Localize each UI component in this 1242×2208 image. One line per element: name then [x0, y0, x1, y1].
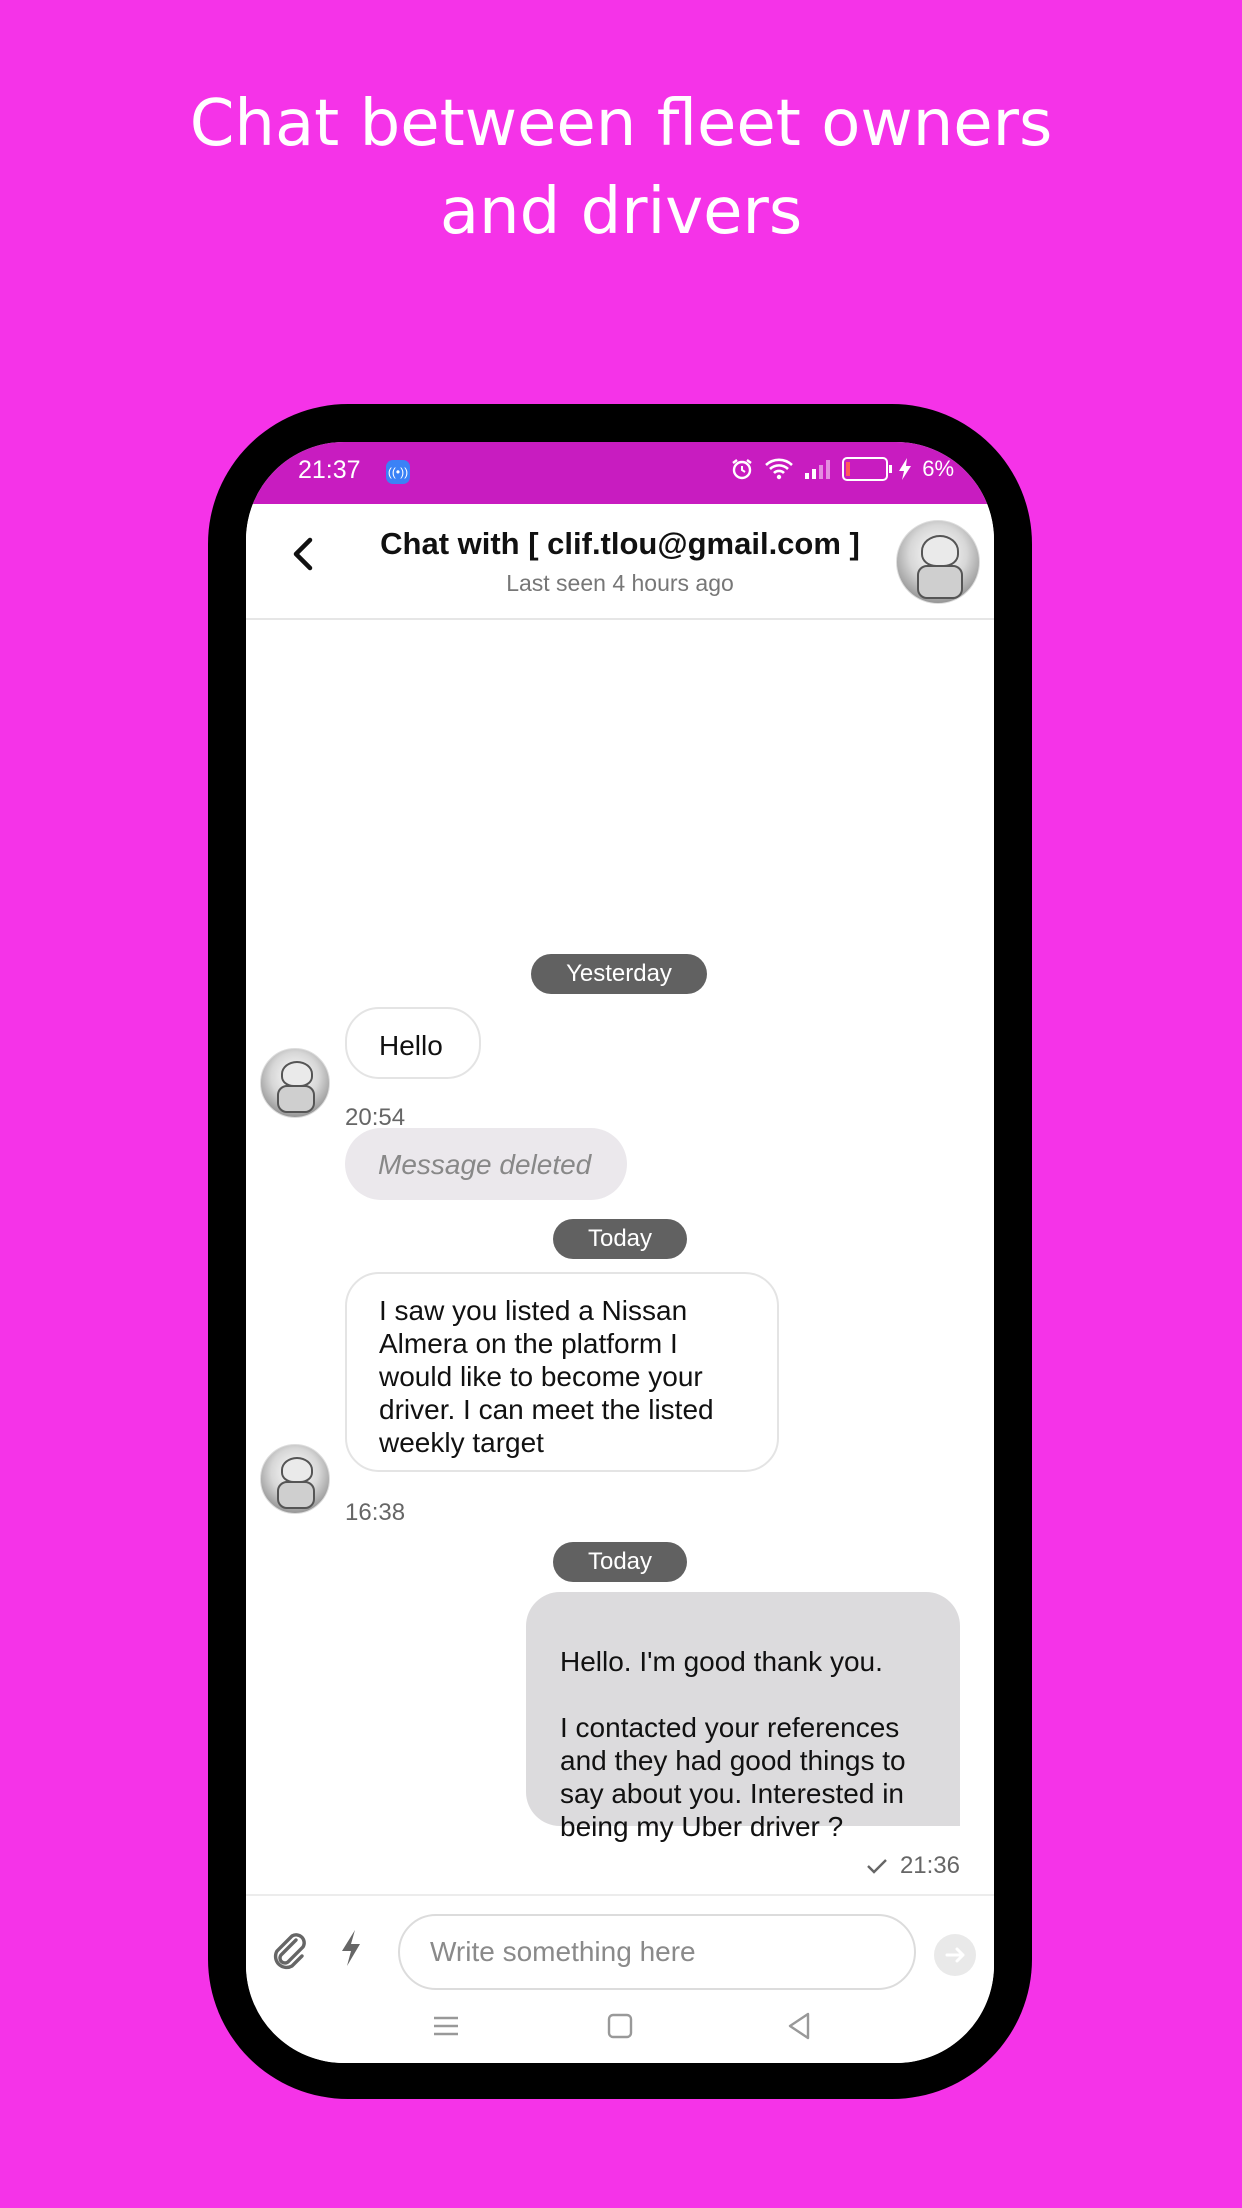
system-nav-bar: [246, 1994, 994, 2063]
headline-line-2: and drivers: [439, 175, 803, 249]
sender-avatar: [260, 1048, 330, 1118]
deleted-message: Message deleted: [345, 1128, 627, 1200]
outgoing-message[interactable]: Hello. I'm good thank you. I contacted y…: [526, 1592, 960, 1842]
deleted-message-text: Message deleted: [378, 1149, 592, 1180]
headline: Chat between fleet owners and drivers: [0, 80, 1242, 256]
chat-title: Chat with [ clif.tlou@gmail.com ]: [380, 526, 860, 561]
incoming-message[interactable]: Hello: [345, 1007, 481, 1079]
robot-head: [281, 1457, 313, 1483]
robot-body: [277, 1481, 315, 1509]
send-button[interactable]: [934, 1934, 976, 1976]
battery-icon: [842, 457, 893, 481]
attachment-icon[interactable]: [268, 1928, 308, 1972]
phone-frame: 21:37 ((•)) 6% Chat with [ clif.tlou@gma…: [208, 404, 1032, 2099]
charging-icon: [899, 458, 912, 480]
robot-head: [281, 1061, 313, 1087]
headline-line-1: Chat between fleet owners: [189, 87, 1053, 161]
message-text: I saw you listed a Nissan Almera on the …: [379, 1295, 714, 1458]
battery-level: 6%: [922, 456, 954, 481]
send-arrow-icon: [945, 1947, 965, 1963]
phone-screen: 21:37 ((•)) 6% Chat with [ clif.tlou@gma…: [246, 442, 994, 2063]
message-text: Hello. I'm good thank you. I contacted y…: [560, 1646, 906, 1842]
message-input[interactable]: [398, 1914, 916, 1990]
robot-body: [277, 1085, 315, 1113]
day-separator: Today: [553, 1542, 687, 1582]
robot-body: [917, 565, 963, 599]
menu-icon[interactable]: [426, 2006, 466, 2046]
message-composer: [246, 1894, 994, 1996]
app-notification-icon: ((•)): [386, 460, 410, 484]
alarm-icon: [732, 459, 752, 480]
status-time: 21:37: [298, 456, 361, 484]
signal-icon: [805, 460, 831, 479]
wifi-icon: [765, 458, 794, 480]
message-meta: 21:36: [866, 1852, 960, 1880]
day-separator: Yesterday: [531, 954, 707, 994]
message-time: 21:36: [899, 1852, 960, 1879]
sender-avatar: [260, 1444, 330, 1514]
incoming-message[interactable]: I saw you listed a Nissan Almera on the …: [345, 1272, 779, 1472]
last-seen-status: Last seen 4 hours ago: [506, 570, 734, 596]
message-text: Hello: [379, 1030, 443, 1061]
home-icon[interactable]: [600, 2006, 640, 2046]
day-separator: Today: [553, 1219, 687, 1259]
contact-avatar[interactable]: [896, 520, 980, 604]
message-time: 16:38: [345, 1499, 406, 1526]
chat-header: Chat with [ clif.tlou@gmail.com ] Last s…: [246, 504, 994, 620]
quick-reply-icon[interactable]: [336, 1926, 366, 1970]
robot-head: [921, 535, 959, 567]
sent-check-icon: [867, 1859, 887, 1874]
back-nav-icon[interactable]: [780, 2006, 820, 2046]
status-indicators: 6%: [730, 456, 954, 482]
status-bar: 21:37 ((•)) 6%: [246, 442, 994, 504]
